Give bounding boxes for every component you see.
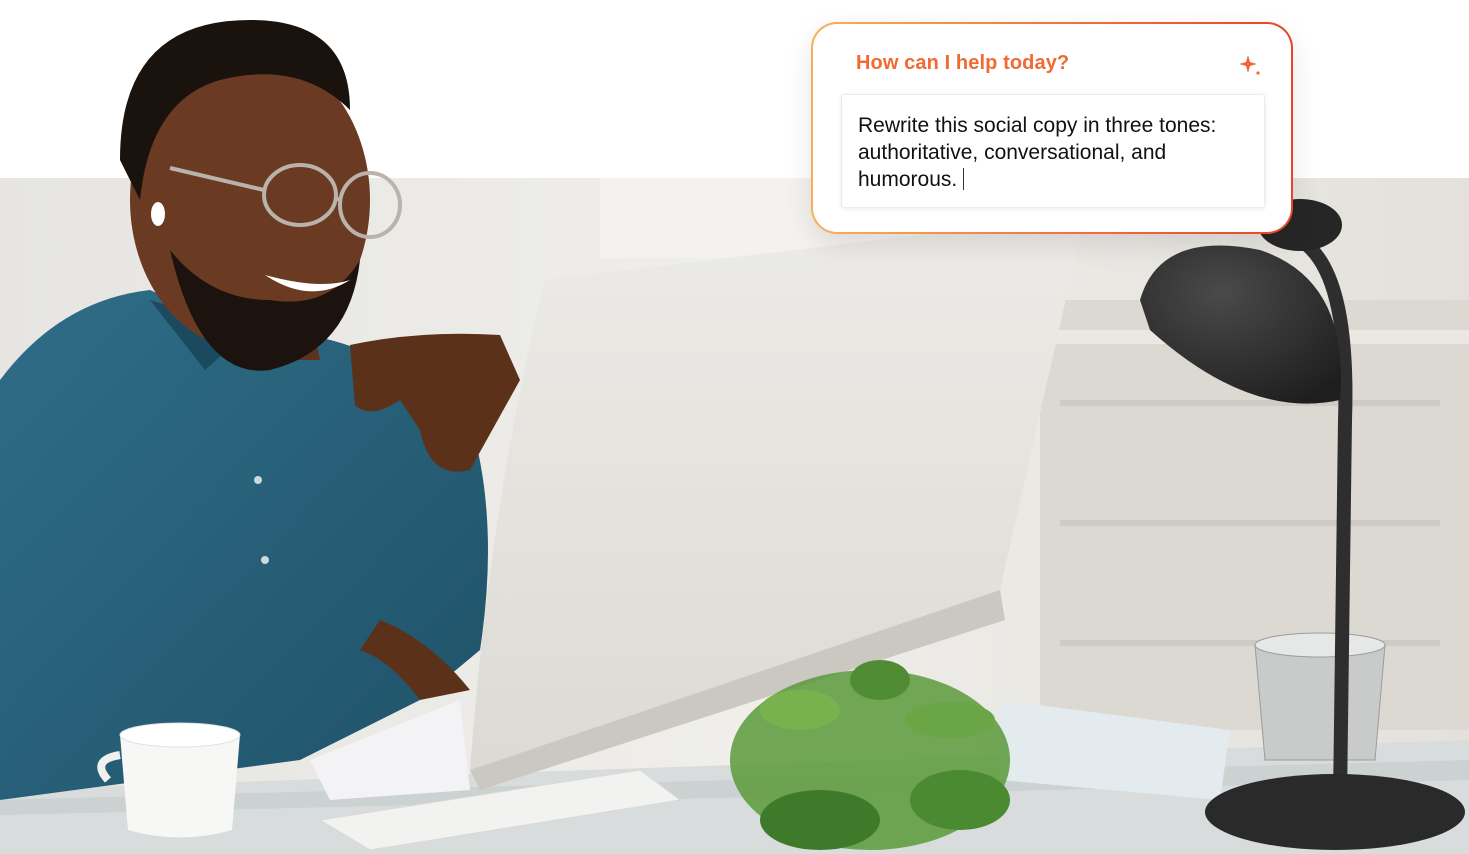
pen-holder [1254,632,1386,761]
prompt-card-title: How can I help today? [856,52,1070,74]
prompt-input-text: Rewrite this social copy in three tones:… [858,114,1217,191]
ai-prompt-card: How can I help today? Rewrite this socia… [811,22,1293,234]
text-caret [963,168,965,190]
earbud [151,202,165,226]
sparkle-icon [1239,55,1260,75]
hero-scene: How can I help today? Rewrite this socia… [0,0,1469,854]
prompt-input[interactable]: Rewrite this social copy in three tones:… [841,94,1265,208]
